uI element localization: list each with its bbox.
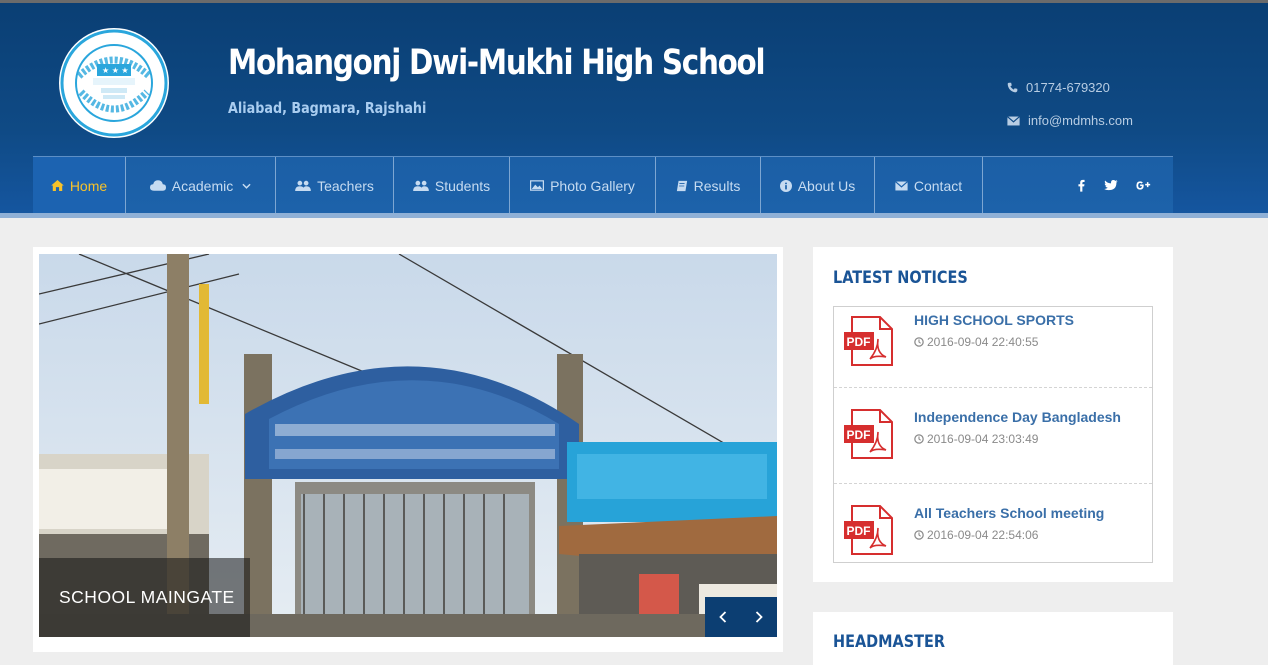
- notice-date-text: 2016-09-04 22:40:55: [927, 335, 1039, 349]
- nav-teachers[interactable]: Teachers: [276, 157, 394, 214]
- phone-text: 01774-679320: [1026, 80, 1110, 95]
- notice-date: 2016-09-04 22:40:55: [914, 335, 1038, 349]
- users-icon: [413, 180, 429, 191]
- phone-icon: [1007, 82, 1018, 93]
- envelope-icon: [894, 180, 908, 190]
- school-address: Aliabad, Bagmara, Rajshahi: [228, 99, 427, 117]
- cloud-icon: [149, 180, 166, 191]
- slider-prev-button[interactable]: [705, 597, 741, 637]
- slide-image: SCHOOL MAINGATE: [39, 254, 777, 637]
- notice-title[interactable]: Independence Day Bangladesh: [914, 409, 1121, 425]
- nav-label: Photo Gallery: [550, 177, 635, 194]
- header-divider: [0, 213, 1268, 218]
- svg-text:PDF: PDF: [847, 428, 871, 442]
- clock-icon: [914, 434, 924, 444]
- info-icon: [779, 179, 792, 192]
- nav-home[interactable]: Home: [33, 157, 126, 214]
- notice-item: PDF Independence Day Bangladesh 2016-09-…: [834, 387, 1152, 483]
- latest-notices-panel: LATEST NOTICES PDF HIGH SCHOOL SPORTS 20…: [813, 247, 1173, 582]
- notice-date-text: 2016-09-04 23:03:49: [927, 432, 1039, 446]
- pdf-icon[interactable]: PDF: [842, 504, 894, 556]
- facebook-icon: [1078, 179, 1085, 192]
- slide-caption: SCHOOL MAINGATE: [39, 558, 250, 637]
- site-header: ★ ★ ★ Mohangonj Dwi-Mukhi High School Al…: [0, 3, 1268, 215]
- notice-item: PDF All Teachers School meeting 2016-09-…: [834, 483, 1152, 563]
- notice-title[interactable]: All Teachers School meeting: [914, 505, 1104, 521]
- users-icon: [295, 180, 311, 191]
- nav-photo-gallery[interactable]: Photo Gallery: [510, 157, 656, 214]
- headmaster-title: HEADMASTER: [833, 632, 945, 652]
- picture-icon: [530, 180, 545, 191]
- facebook-link[interactable]: [1078, 157, 1085, 214]
- nav-label: About Us: [797, 177, 856, 194]
- nav-label: Students: [434, 177, 491, 194]
- nav-academic[interactable]: Academic: [126, 157, 276, 214]
- chevron-right-icon: [755, 611, 763, 623]
- svg-text:PDF: PDF: [847, 335, 871, 349]
- notice-date: 2016-09-04 23:03:49: [914, 432, 1038, 446]
- pdf-icon[interactable]: PDF: [842, 315, 894, 367]
- nav-results[interactable]: Results: [656, 157, 761, 214]
- nav-contact[interactable]: Contact: [875, 157, 983, 214]
- nav-about-us[interactable]: About Us: [761, 157, 875, 214]
- notice-date-text: 2016-09-04 22:54:06: [927, 528, 1039, 542]
- envelope-icon: [1007, 116, 1020, 126]
- clock-icon: [914, 530, 924, 540]
- headmaster-panel: HEADMASTER: [813, 612, 1173, 665]
- nav-label: Home: [69, 177, 108, 194]
- contact-email[interactable]: info@mdmhs.com: [1007, 113, 1133, 128]
- slider-next-button[interactable]: [741, 597, 777, 637]
- clock-icon: [914, 337, 924, 347]
- nav-label: Academic: [171, 177, 234, 194]
- school-logo[interactable]: ★ ★ ★: [57, 26, 171, 140]
- pdf-icon[interactable]: PDF: [842, 408, 894, 460]
- nav-label: Teachers: [317, 177, 374, 194]
- main-navigation: Home Academic Teachers Students Photo Ga…: [33, 156, 1173, 214]
- email-text: info@mdmhs.com: [1028, 113, 1133, 128]
- contact-phone[interactable]: 01774-679320: [1007, 80, 1110, 95]
- nav-label: Contact: [913, 177, 963, 194]
- nav-label: Results: [693, 177, 741, 194]
- notice-title[interactable]: HIGH SCHOOL SPORTS: [914, 312, 1074, 328]
- nav-students[interactable]: Students: [394, 157, 510, 214]
- svg-text:PDF: PDF: [847, 524, 871, 538]
- google-plus-icon: [1136, 181, 1151, 190]
- twitter-link[interactable]: [1104, 157, 1118, 214]
- notices-title: LATEST NOTICES: [833, 268, 968, 288]
- book-icon: [676, 180, 687, 191]
- chevron-down-icon: [242, 183, 251, 189]
- twitter-icon: [1104, 180, 1118, 191]
- home-icon: [51, 180, 64, 191]
- svg-text:★ ★ ★: ★ ★ ★: [102, 66, 129, 75]
- image-slider: SCHOOL MAINGATE: [33, 247, 783, 652]
- slider-controls: [705, 597, 777, 637]
- school-name: Mohangonj Dwi-Mukhi High School: [228, 43, 766, 83]
- google-plus-link[interactable]: [1136, 157, 1151, 214]
- chevron-left-icon: [719, 611, 727, 623]
- notice-date: 2016-09-04 22:54:06: [914, 528, 1038, 542]
- notices-list: PDF HIGH SCHOOL SPORTS 2016-09-04 22:40:…: [833, 306, 1153, 563]
